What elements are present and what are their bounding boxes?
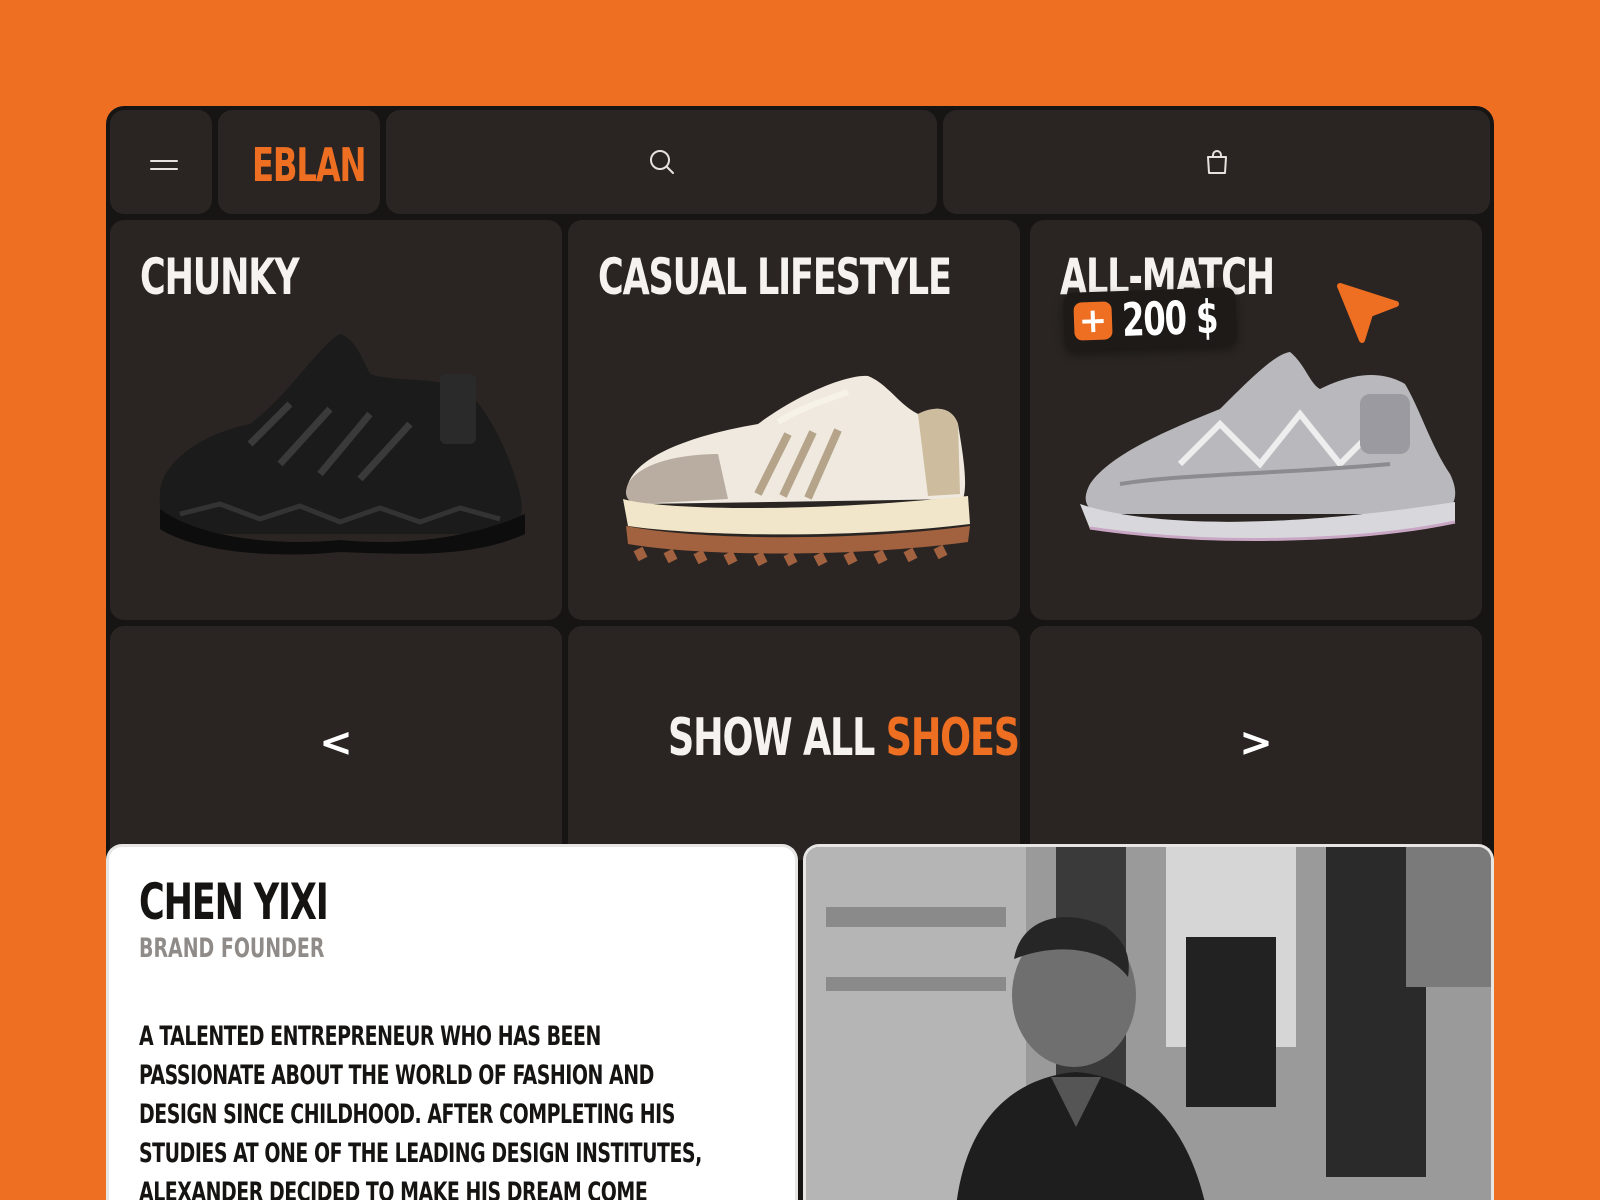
app-frame: EBLAN CHUNKY CASUAL LIFESTYLE ALL-MATCH … xyxy=(106,106,1494,1200)
show-all-shoes-button[interactable]: SHOW ALL SHOES xyxy=(568,626,1020,860)
all-match-shoe-image xyxy=(1080,352,1456,541)
founder-name: CHEN YIXI xyxy=(139,873,329,931)
founder-card: CHEN YIXI BRAND FOUNDER A TALENTED ENTRE… xyxy=(106,844,798,1200)
add-price-icon: + xyxy=(1073,301,1113,341)
founder-role: BRAND FOUNDER xyxy=(139,933,325,964)
pointer-arrow-icon xyxy=(1337,283,1399,343)
chunky-shoe-image xyxy=(159,334,525,555)
next-button[interactable]: > xyxy=(1030,626,1482,860)
product-title: CHUNKY xyxy=(140,248,300,306)
founder-photo xyxy=(803,844,1494,1200)
cart-button[interactable] xyxy=(943,110,1490,214)
price-badge[interactable]: + 200 $ xyxy=(1063,287,1237,351)
hamburger-icon xyxy=(150,160,178,176)
product-card-all-match[interactable]: ALL-MATCH + 200 $ xyxy=(1030,220,1482,620)
price-label: 200 $ xyxy=(1121,289,1219,347)
founder-bio: A TALENTED ENTREPRENEUR WHO HAS BEEN PAS… xyxy=(139,1021,702,1200)
chevron-right-icon: > xyxy=(1239,720,1273,766)
search-icon xyxy=(649,150,674,174)
search-button[interactable] xyxy=(386,110,937,214)
product-card-chunky[interactable]: CHUNKY xyxy=(110,220,562,620)
founder-photo-image xyxy=(806,847,1491,1200)
product-title: CASUAL LIFESTYLE xyxy=(598,248,952,306)
casual-shoe-image xyxy=(623,375,970,567)
prev-button[interactable]: < xyxy=(110,626,562,860)
chevron-left-icon: < xyxy=(319,720,353,766)
show-all-label: SHOW ALL SHOES xyxy=(668,708,1020,768)
menu-button[interactable] xyxy=(110,110,212,214)
product-card-casual-lifestyle[interactable]: CASUAL LIFESTYLE xyxy=(568,220,1020,620)
brand-logo: EBLAN xyxy=(252,138,367,192)
shopping-bag-icon xyxy=(1206,150,1227,174)
logo-tile[interactable]: EBLAN xyxy=(218,110,380,214)
